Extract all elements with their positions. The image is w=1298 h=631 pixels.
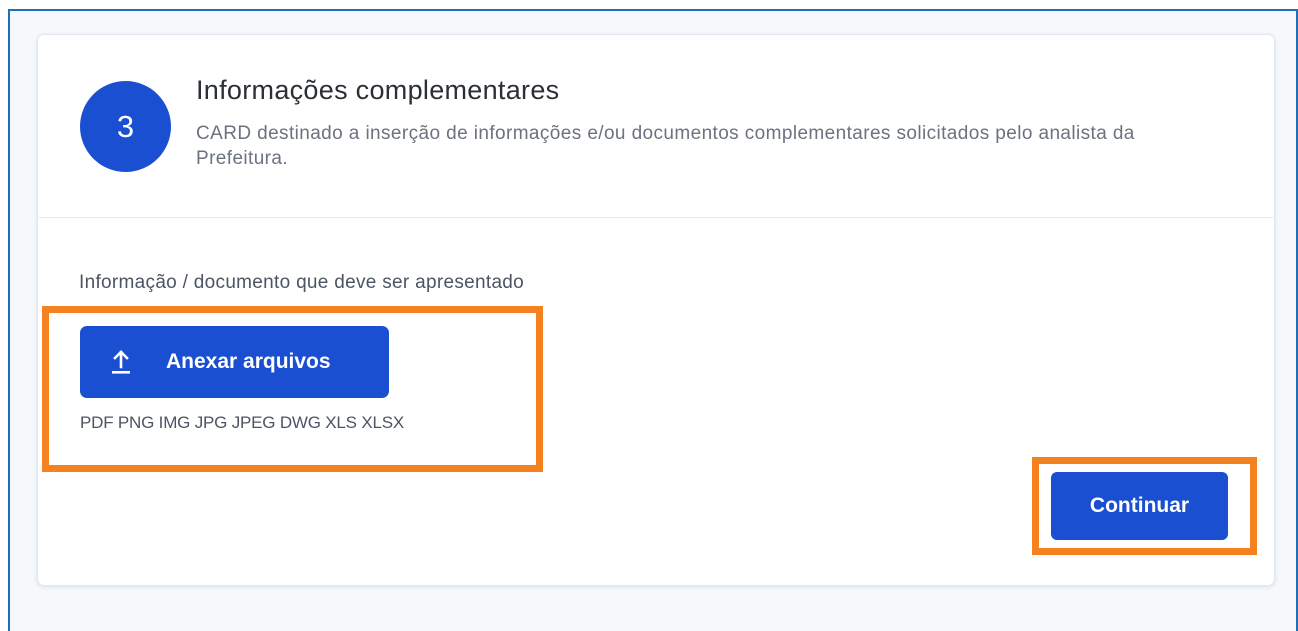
document-requirement-label: Informação / documento que deve ser apre… — [79, 272, 525, 293]
step-number-badge: 3 — [80, 81, 171, 172]
attach-files-button[interactable]: Anexar arquivos — [80, 326, 389, 398]
card-header: 3 Informações complementares CARD destin… — [38, 35, 1274, 218]
upload-icon — [112, 350, 130, 374]
attach-files-label: Anexar arquivos — [166, 350, 331, 373]
card-description: CARD destinado a inserção de informações… — [196, 123, 1135, 169]
card-title: Informações complementares — [196, 75, 560, 105]
continue-button[interactable]: Continuar — [1051, 472, 1228, 540]
accepted-formats-text: PDF PNG IMG JPG JPEG DWG XLS XLSX — [80, 413, 405, 432]
